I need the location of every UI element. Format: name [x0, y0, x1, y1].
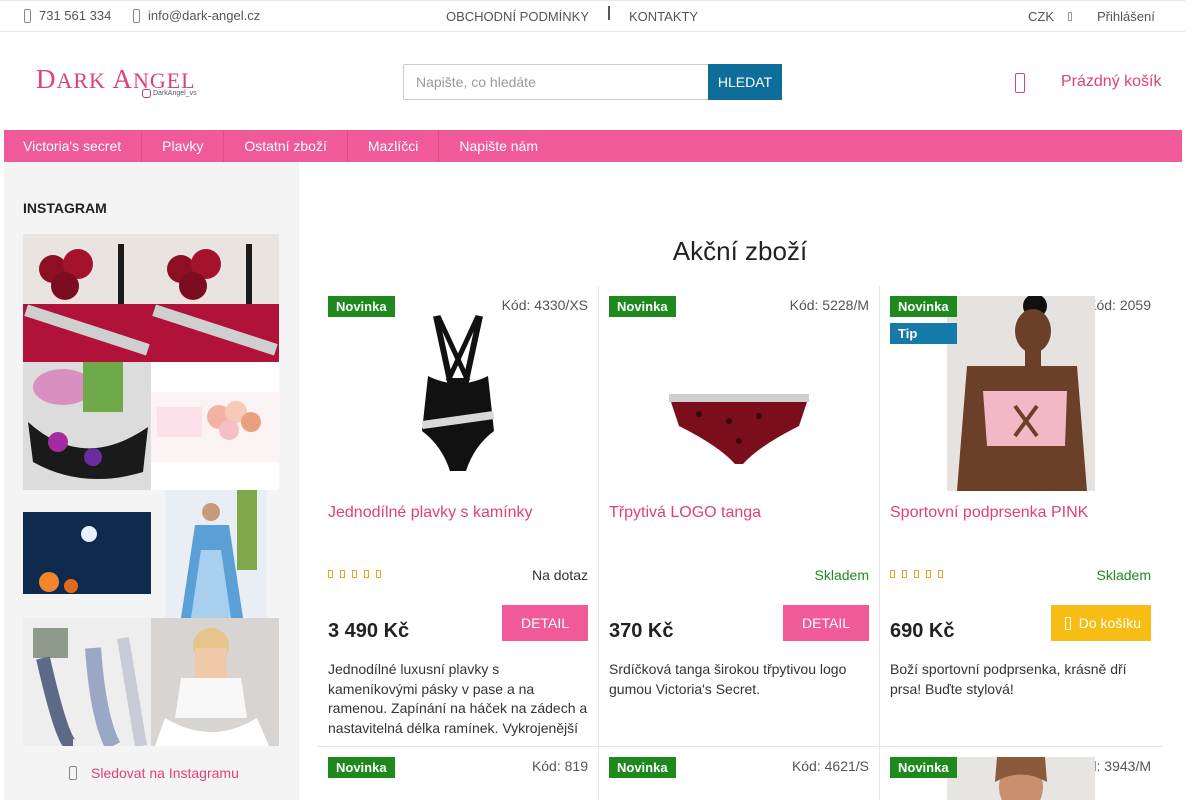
email-contact[interactable]: info@dark-angel.cz — [133, 8, 260, 23]
product-price: 690 Kč — [890, 620, 955, 642]
add-to-cart-label: Do košíku — [1078, 615, 1141, 631]
product-description: Srdíčková tanga širokou třpytivou logo g… — [609, 661, 847, 697]
terms-link[interactable]: OBCHODNÍ PODMÍNKY — [446, 9, 589, 24]
phone-contact[interactable]: 731 561 334 — [24, 8, 111, 23]
product-description: Jednodílné luxusní plavky s kameníkovými… — [328, 661, 588, 736]
instagram-photo[interactable] — [23, 490, 151, 618]
instagram-photo[interactable] — [151, 490, 279, 618]
divider — [608, 6, 610, 20]
star-icon — [890, 570, 895, 578]
cart-link[interactable]: Prázdný košík — [1061, 73, 1161, 91]
product-badges: Novinka — [328, 757, 395, 778]
instagram-icon — [142, 89, 151, 98]
star-icon — [938, 570, 943, 578]
star-icon — [376, 570, 381, 578]
product-description: Boží sportovní podprsenka, krásně dří pr… — [890, 661, 1127, 697]
detail-button[interactable]: DETAIL — [783, 605, 869, 641]
contacts-link[interactable]: KONTAKTY — [629, 9, 698, 24]
product-badges: Novinka — [609, 757, 676, 778]
product-card: Novinka Kód: 4621/S — [599, 747, 880, 800]
product-image[interactable] — [947, 757, 1095, 800]
badge-new: Novinka — [609, 757, 676, 778]
product-card: Novinka Kód: 819 — [318, 747, 599, 800]
availability: Na dotaz — [531, 567, 588, 583]
instagram-photo[interactable] — [151, 362, 279, 490]
badge-new: Novinka — [890, 296, 957, 317]
product-code: Kód: 2059 — [1087, 297, 1151, 313]
product-image[interactable] — [378, 296, 538, 491]
search-button[interactable]: HLEDAT — [708, 64, 782, 100]
badge-tip: Tip — [890, 323, 957, 344]
badge-new: Novinka — [328, 757, 395, 778]
top-bar: 731 561 334 info@dark-angel.cz OBCHODNÍ … — [0, 0, 1185, 32]
add-to-cart-button[interactable]: Do košíku — [1050, 605, 1151, 641]
cart-icon — [1064, 616, 1071, 630]
product-name-link[interactable]: Třpytivá LOGO tanga — [609, 504, 761, 522]
main-menu: Victoria's secret Plavky Ostatní zboží M… — [4, 130, 1182, 162]
menu-item-victorias-secret[interactable]: Victoria's secret — [4, 130, 143, 162]
product-card: Novinka Kód: 4330/XS Jednodílné plavky s… — [318, 286, 599, 747]
search-input[interactable] — [403, 64, 709, 100]
page-title: Akční zboží — [672, 236, 808, 266]
product-badges: Novinka — [890, 757, 957, 778]
instagram-follow-link[interactable]: Sledovat na Instagramu — [69, 765, 239, 781]
rating-stars — [328, 570, 381, 578]
product-name-link[interactable]: Jednodílné plavky s kamínky — [328, 504, 533, 522]
product-card: Novinka Kód: 5228/M Třpytivá LOGO tanga … — [599, 286, 880, 747]
instagram-photo[interactable] — [151, 234, 279, 362]
product-name-link[interactable]: Sportovní podprsenka PINK — [890, 504, 1088, 522]
product-code: Kód: 4621/S — [791, 758, 869, 774]
cart-icon[interactable] — [1015, 73, 1025, 93]
product-badges: Novinka — [328, 296, 395, 317]
mail-icon — [133, 8, 140, 23]
instagram-icon — [69, 766, 77, 780]
product-card: Novinka Tip Kód: 2059 Sportovní podprsen… — [880, 286, 1161, 747]
menu-item-ostatni-zbozi[interactable]: Ostatní zboží — [224, 130, 348, 162]
login-link[interactable]: Přihlášení — [1097, 9, 1155, 24]
product-card: Novinka Kód: 3943/M — [880, 747, 1161, 800]
logo[interactable]: DARK ANGEL DarkAngel_vs — [36, 64, 206, 104]
product-price: 3 490 Kč — [328, 620, 410, 642]
sidebar: INSTAGRAM Sledovat na Instagramu — [4, 162, 299, 800]
badge-new: Novinka — [328, 296, 395, 317]
phone-number[interactable]: 731 561 334 — [39, 8, 111, 23]
instagram-photo[interactable] — [23, 362, 151, 490]
email-address[interactable]: info@dark-angel.cz — [148, 8, 260, 23]
availability: Skladem — [814, 567, 869, 583]
currency-value: CZK — [1028, 9, 1054, 24]
phone-icon — [24, 8, 31, 23]
star-icon — [340, 570, 345, 578]
badge-new: Novinka — [609, 296, 676, 317]
instagram-grid — [23, 234, 279, 746]
logo-instagram-handle: DarkAngel_vs — [142, 89, 197, 98]
star-icon — [926, 570, 931, 578]
detail-button[interactable]: DETAIL — [502, 605, 588, 641]
star-icon — [364, 570, 369, 578]
instagram-photo[interactable] — [151, 618, 279, 746]
product-code: Kód: 819 — [531, 758, 588, 774]
instagram-photo[interactable] — [23, 618, 151, 746]
star-icon — [914, 570, 919, 578]
menu-item-plavky[interactable]: Plavky — [142, 130, 225, 162]
instagram-heading: INSTAGRAM — [23, 200, 107, 216]
follow-label: Sledovat na Instagramu — [91, 765, 239, 781]
menu-item-mazlicci[interactable]: Mazlíčci — [348, 130, 440, 162]
currency-select[interactable]: CZK — [1028, 9, 1072, 24]
product-image[interactable] — [947, 294, 1095, 491]
star-icon — [902, 570, 907, 578]
instagram-photo[interactable] — [23, 234, 151, 362]
product-badges: Novinka Tip — [890, 296, 957, 344]
product-image[interactable] — [659, 296, 819, 491]
badge-new: Novinka — [890, 757, 957, 778]
star-icon — [352, 570, 357, 578]
product-badges: Novinka — [609, 296, 676, 317]
star-icon — [328, 570, 333, 578]
chevron-down-icon — [1068, 12, 1072, 21]
availability: Skladem — [1096, 567, 1151, 583]
product-price: 370 Kč — [609, 620, 674, 642]
menu-item-napiste-nam[interactable]: Napište nám — [439, 130, 558, 162]
rating-stars — [890, 570, 943, 578]
